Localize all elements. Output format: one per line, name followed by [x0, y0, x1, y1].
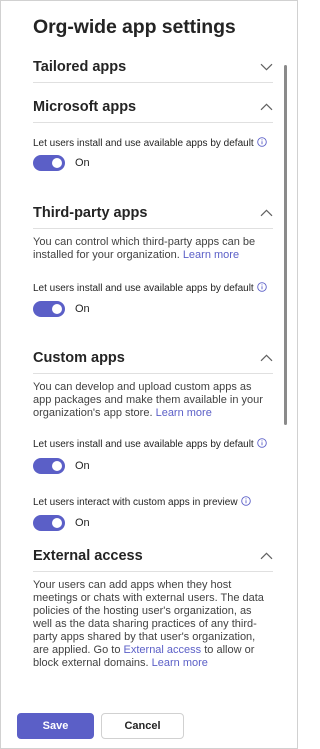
toggle-custom-install[interactable]	[33, 458, 65, 474]
section-header-third-party[interactable]: Third-party apps	[33, 199, 273, 227]
learn-more-link[interactable]: Learn more	[156, 407, 212, 419]
description-third-party: You can control which third-party apps c…	[33, 236, 273, 262]
toggle-knob	[52, 518, 62, 528]
section-header-tailored[interactable]: Tailored apps	[33, 53, 273, 81]
section-header-external[interactable]: External access	[33, 542, 273, 570]
info-icon[interactable]	[256, 137, 267, 150]
setting-text: Let users install and use available apps…	[33, 439, 254, 450]
toggle-third-party-install[interactable]	[33, 301, 65, 317]
description-line: well as the data sharing practices of an…	[33, 618, 257, 630]
info-icon[interactable]	[256, 282, 267, 295]
setting-label-microsoft: Let users install and use available apps…	[33, 137, 273, 150]
chevron-up-icon[interactable]	[259, 351, 273, 365]
toggle-row-microsoft: On	[33, 154, 90, 172]
description-text: installed for your organization.	[33, 249, 180, 261]
setting-label-custom: Let users install and use available apps…	[33, 438, 273, 451]
description-line: You can control which third-party apps c…	[33, 236, 256, 248]
description-text: organization's app store.	[33, 407, 153, 419]
scroll-area[interactable]: Org-wide app settings Tailored apps Micr…	[1, 1, 297, 687]
divider	[33, 373, 273, 374]
scrollbar-thumb[interactable]	[284, 65, 287, 425]
description-line: party apps shared by that user's organiz…	[33, 631, 256, 643]
description-text: block external domains.	[33, 657, 149, 669]
toggle-custom-preview[interactable]	[33, 515, 65, 531]
description-text: to allow or	[204, 644, 255, 656]
description-line: meetings or chats with external users. T…	[33, 592, 264, 604]
toggle-knob	[52, 304, 62, 314]
description-line: are applied. Go to External access to al…	[33, 644, 273, 657]
setting-text: Let users install and use available apps…	[33, 138, 254, 149]
toggle-microsoft-install[interactable]	[33, 155, 65, 171]
description-line: app packages and make them available in …	[33, 394, 263, 406]
toggle-knob	[52, 158, 62, 168]
section-title-external: External access	[33, 548, 143, 564]
description-line: installed for your organization. Learn m…	[33, 249, 273, 262]
section-title-microsoft: Microsoft apps	[33, 99, 137, 115]
footer: Save Cancel	[1, 687, 297, 748]
description-line: You can develop and upload custom apps a…	[33, 381, 252, 393]
divider	[33, 228, 273, 229]
setting-text: Let users interact with custom apps in p…	[33, 497, 238, 508]
learn-more-link[interactable]: Learn more	[183, 249, 239, 261]
section-header-custom[interactable]: Custom apps	[33, 344, 273, 372]
divider	[33, 571, 273, 572]
divider	[33, 122, 273, 123]
toggle-row-third-party: On	[33, 300, 90, 318]
settings-panel: Org-wide app settings Tailored apps Micr…	[0, 0, 298, 749]
external-access-link[interactable]: External access	[124, 644, 202, 656]
toggle-knob	[52, 461, 62, 471]
toggle-state-label: On	[75, 460, 90, 472]
toggle-state-label: On	[75, 157, 90, 169]
setting-label-third-party: Let users install and use available apps…	[33, 282, 273, 295]
setting-text: Let users install and use available apps…	[33, 283, 254, 294]
description-custom: You can develop and upload custom apps a…	[33, 381, 273, 420]
toggle-state-label: On	[75, 303, 90, 315]
info-icon[interactable]	[240, 496, 251, 509]
toggle-row-custom-preview: On	[33, 514, 90, 532]
description-line: Your users can add apps when they host	[33, 579, 232, 591]
setting-label-custom-preview: Let users interact with custom apps in p…	[33, 496, 273, 509]
section-title-tailored: Tailored apps	[33, 59, 127, 75]
section-title-third-party: Third-party apps	[33, 205, 148, 221]
description-line: block external domains. Learn more	[33, 657, 273, 670]
chevron-up-icon[interactable]	[259, 100, 273, 114]
section-header-microsoft[interactable]: Microsoft apps	[33, 93, 273, 121]
panel-title: Org-wide app settings	[33, 16, 236, 38]
save-button[interactable]: Save	[17, 713, 94, 739]
chevron-up-icon[interactable]	[259, 549, 273, 563]
description-line: policies of the hosting user's organizat…	[33, 605, 252, 617]
chevron-down-icon[interactable]	[259, 60, 273, 74]
toggle-state-label: On	[75, 517, 90, 529]
description-line: organization's app store. Learn more	[33, 407, 273, 420]
description-external: Your users can add apps when they host m…	[33, 579, 273, 670]
info-icon[interactable]	[256, 438, 267, 451]
toggle-row-custom: On	[33, 457, 90, 475]
cancel-button[interactable]: Cancel	[101, 713, 184, 739]
description-text: are applied. Go to	[33, 644, 121, 656]
divider	[33, 82, 273, 83]
chevron-up-icon[interactable]	[259, 206, 273, 220]
learn-more-link[interactable]: Learn more	[152, 657, 208, 669]
section-title-custom: Custom apps	[33, 350, 125, 366]
